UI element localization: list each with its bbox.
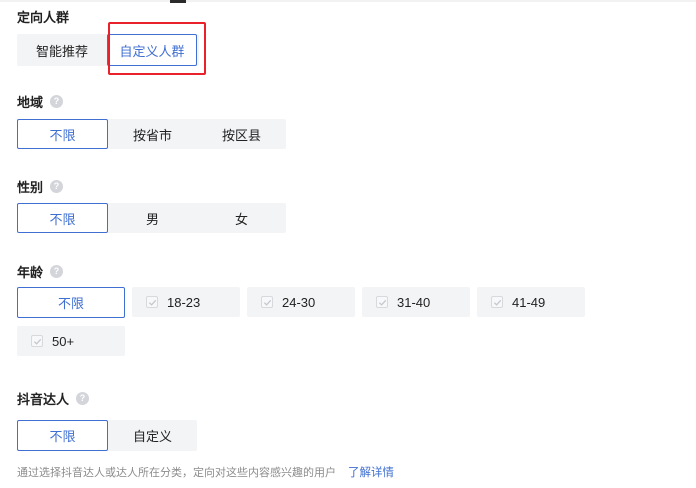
douyin-creator-title-label: 抖音达人 xyxy=(17,392,70,407)
gender-option-male[interactable]: 男 xyxy=(108,203,197,233)
audience-title-label: 定向人群 xyxy=(17,10,70,25)
audience-option-smart[interactable]: 智能推荐 xyxy=(17,34,107,66)
age-option-label: 31-40 xyxy=(397,294,431,310)
age-option-31-40[interactable]: 31-40 xyxy=(362,287,470,317)
age-title-label: 年龄 xyxy=(17,265,44,280)
region-title-label: 地域 xyxy=(17,95,44,110)
region-option-province[interactable]: 按省市 xyxy=(108,119,197,149)
age-option-18-23[interactable]: 18-23 xyxy=(132,287,240,317)
audience-segmented-control: 智能推荐 自定义人群 xyxy=(17,34,199,66)
age-option-label: 18-23 xyxy=(167,294,201,310)
region-option-district[interactable]: 按区县 xyxy=(197,119,286,149)
gender-option-unlimited[interactable]: 不限 xyxy=(17,203,108,233)
region-segmented-control: 不限 按省市 按区县 xyxy=(17,119,286,149)
tab-indicator xyxy=(170,0,186,3)
gender-segmented-control: 不限 男 女 xyxy=(17,203,286,233)
hint-text: 通过选择抖音达人或达人所在分类，定向对这些内容感兴趣的用户 xyxy=(17,467,336,479)
age-option-label: 50+ xyxy=(52,333,75,349)
age-option-unlimited[interactable]: 不限 xyxy=(17,287,125,318)
douyin-creator-option-unlimited[interactable]: 不限 xyxy=(17,420,108,451)
age-option-41-49[interactable]: 41-49 xyxy=(477,287,585,317)
question-circle-icon[interactable]: ? xyxy=(50,265,64,278)
region-title: 地域 ? xyxy=(17,92,64,111)
age-option-label: 24-30 xyxy=(282,294,316,310)
check-icon xyxy=(376,296,388,308)
age-option-24-30[interactable]: 24-30 xyxy=(247,287,355,317)
question-circle-icon[interactable]: ? xyxy=(50,180,64,193)
check-icon xyxy=(31,335,43,347)
age-option-label: 41-49 xyxy=(512,294,546,310)
douyin-creator-title: 抖音达人 ? xyxy=(17,389,90,408)
learn-more-link[interactable]: 了解详情 xyxy=(348,464,394,480)
top-divider xyxy=(0,0,696,2)
douyin-creator-option-custom[interactable]: 自定义 xyxy=(108,420,197,451)
check-icon xyxy=(146,296,158,308)
question-circle-icon[interactable]: ? xyxy=(50,95,64,108)
check-icon xyxy=(261,296,273,308)
region-option-unlimited[interactable]: 不限 xyxy=(17,119,108,149)
check-icon xyxy=(491,296,503,308)
age-title: 年龄 ? xyxy=(17,262,64,281)
douyin-creator-segmented-control: 不限 自定义 xyxy=(17,420,197,451)
douyin-creator-hint: 通过选择抖音达人或达人所在分类，定向对这些内容感兴趣的用户 了解详情 xyxy=(17,464,394,480)
audience-title: 定向人群 xyxy=(17,7,69,26)
question-circle-icon[interactable]: ? xyxy=(76,392,90,405)
gender-title-label: 性别 xyxy=(17,180,44,195)
gender-title: 性别 ? xyxy=(17,177,64,196)
gender-option-female[interactable]: 女 xyxy=(197,203,286,233)
age-option-50-plus[interactable]: 50+ xyxy=(17,326,125,356)
audience-option-custom[interactable]: 自定义人群 xyxy=(107,34,197,66)
